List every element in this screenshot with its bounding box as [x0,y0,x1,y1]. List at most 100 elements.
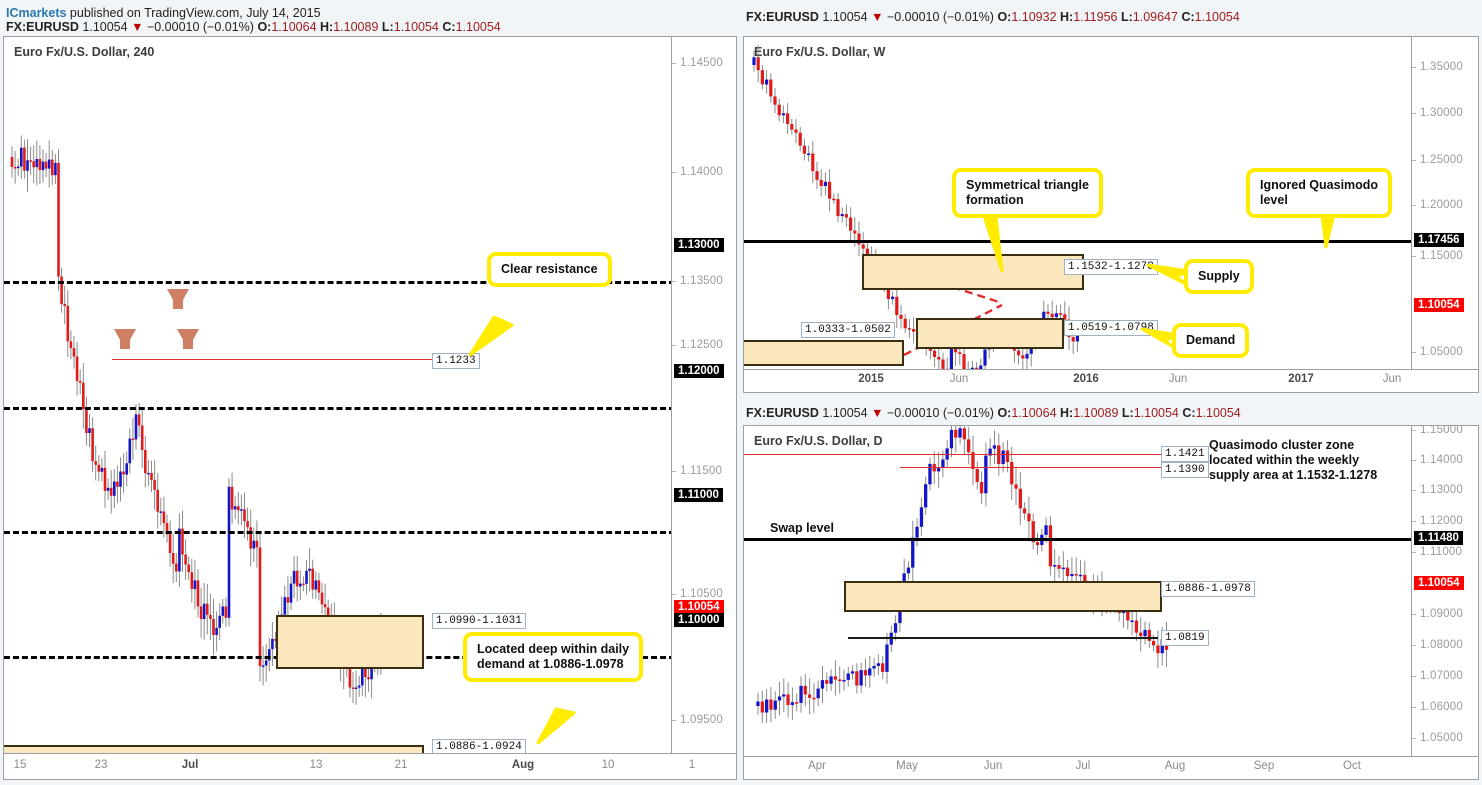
high-label-h4: H: [320,20,333,34]
tag-weekly-lower-demand: 1.0333-1.0502 [801,322,895,338]
symbol-label-weekly[interactable]: FX:EURUSD [746,10,819,24]
chart-weekly-plot[interactable]: Euro Fx/U.S. Dollar, W 1.1532-1.1278 1.0… [744,37,1478,392]
ypill-h4-111000: 1.11000 [674,488,723,502]
tag-weekly-supply: 1.1532-1.1278 [1064,259,1158,275]
ytick-dy-1: 1.14000 [1420,454,1463,466]
ytick-wk-5: 1.05000 [1420,346,1463,358]
level-support-1-0819 [848,637,1158,639]
swap-level-callout: Swap level [770,521,834,536]
ytick-wk-4: 1.15000 [1420,250,1463,262]
last-price-h4: 1.10054 [82,20,127,34]
close-value-h4: 1.10054 [456,20,501,34]
xtick-h4-3: 13 [310,759,323,771]
xtick-dy-2: Jun [984,760,1003,772]
ignored-quasimodo-callout: Ignored Quasimodo level [1246,168,1392,218]
ytick-h4-1: 1.14000 [680,166,723,178]
chart-h4-yaxis[interactable]: 1.14500 1.14000 1.13500 1.12500 1.11500 … [671,37,736,779]
ytick-h4-0: 1.14500 [680,57,723,69]
low-value-h4: 1.10054 [394,20,439,34]
chart-daily-xaxis[interactable]: Apr May Jun Jul Aug Sep Oct [744,756,1478,779]
ytick-dy-3: 1.12000 [1420,515,1463,527]
zone-weekly-demand [916,318,1064,349]
zone-supply-intraday [276,615,424,669]
ytick-h4-4: 1.12500 [680,339,723,351]
open-label-daily: O: [997,406,1011,420]
xtick-h4-7: 1 [689,759,695,771]
high-label-weekly: H: [1060,10,1073,24]
symbol-label-h4[interactable]: FX:EURUSD [6,20,79,34]
ytick-h4-6: 1.11500 [680,465,722,477]
low-label-daily: L: [1122,406,1134,420]
zone-daily-demand [844,581,1162,612]
ypill-h4-113000: 1.13000 [674,238,724,252]
xtick-h4-2: Jul [182,759,199,771]
ypill-dy-swap: 1.11480 [1414,531,1463,545]
close-label-weekly: C: [1181,10,1194,24]
close-label-daily: C: [1182,406,1195,420]
panel-daily: FX:EURUSD 1.10054 ▼ −0.00010 (−0.01%) O:… [740,398,1482,785]
high-label-daily: H: [1060,406,1073,420]
xtick-dy-3: Jul [1076,760,1091,772]
chart-daily[interactable]: Euro Fx/U.S. Dollar, D 1.1421 1.1390 1.0… [743,425,1479,780]
xtick-dy-1: May [896,760,918,772]
daily-demand-callout: Located deep within daily demand at 1.08… [463,632,643,682]
demand-callout: Demand [1172,323,1249,358]
ytick-dy-6: 1.08000 [1420,639,1463,651]
rejection-arrow-3 [177,329,199,349]
red-resistance-line [112,359,432,360]
quote-line-daily: FX:EURUSD 1.10054 ▼ −0.00010 (−0.01%) O:… [746,398,1241,428]
open-label-weekly: O: [997,10,1011,24]
rejection-arrow-1 [114,329,136,349]
open-value-daily: 1.10064 [1011,406,1056,420]
xtick-h4-1: 23 [95,759,108,771]
chart-weekly-xaxis[interactable]: 2015 Jun 2016 Jun 2017 Jun [744,369,1478,392]
ytick-h4-8: 1.10500 [680,588,723,600]
xtick-h4-0: 15 [14,759,27,771]
chart-weekly[interactable]: Euro Fx/U.S. Dollar, W 1.1532-1.1278 1.0… [743,36,1479,393]
level-swap-1-11480 [744,538,1416,541]
ypill-h4-110000: 1.10000 [674,613,724,627]
close-value-daily: 1.10054 [1196,406,1241,420]
chart-h4-xaxis[interactable]: 15 23 Jul 13 21 Aug 10 1 [4,753,736,779]
ypill-dy-last: 1.10054 [1414,576,1464,590]
xtick-h4-6: 10 [602,759,615,771]
ypill-wk-last: 1.10054 [1414,298,1464,312]
ytick-h4-2: 1.13500 [680,275,723,287]
down-triangle-icon: ▼ [871,10,883,24]
ytick-dy-5: 1.09000 [1420,608,1463,620]
xtick-wk-2: 2016 [1073,373,1099,385]
screenshot-root: ICmarkets published on TradingView.com, … [0,0,1482,785]
xtick-dy-0: Apr [808,760,826,772]
chart-weekly-yaxis[interactable]: 1.35000 1.30000 1.25000 1.20000 1.15000 … [1411,37,1478,392]
high-value-h4: 1.10089 [333,20,378,34]
chart-weekly-title: Euro Fx/U.S. Dollar, W [754,45,885,59]
chart-daily-yaxis[interactable]: 1.15000 1.14000 1.13000 1.12000 1.11000 … [1411,426,1478,779]
ytick-dy-7: 1.07000 [1420,670,1463,682]
tag-daily-1390: 1.1390 [1161,462,1209,478]
high-value-weekly: 1.11956 [1073,10,1117,24]
xtick-wk-4: 2017 [1288,373,1314,385]
down-triangle-icon: ▼ [131,20,143,34]
quasimodo-cluster-callout: Quasimodo cluster zone located within th… [1209,438,1377,482]
ypill-h4-last: 1.10054 [674,600,724,614]
level-quasimodo-1-1421 [744,454,1168,455]
level-quasimodo-117456 [744,240,1416,243]
open-value-h4: 1.10064 [271,20,316,34]
chart-h4[interactable]: Euro Fx/U.S. Dollar, 240 [3,36,737,780]
chart-h4-plot[interactable]: Euro Fx/U.S. Dollar, 240 [4,37,736,779]
close-label-h4: C: [442,20,455,34]
change-daily: −0.00010 (−0.01%) [887,406,994,420]
panel-h4: ICmarkets published on TradingView.com, … [0,0,740,785]
xtick-wk-0: 2015 [858,373,884,385]
tag-weekly-demand: 1.0519-1.0798 [1064,320,1158,336]
zone-weekly-lower-demand [744,340,904,366]
zone-weekly-supply [862,254,1084,290]
low-value-weekly: 1.09647 [1133,10,1178,24]
symbol-label-daily[interactable]: FX:EURUSD [746,406,819,420]
symmetrical-triangle-callout: Symmetrical triangle formation [952,168,1103,218]
level-quasimodo-1-1390 [900,467,1168,468]
open-value-weekly: 1.10932 [1011,10,1056,24]
chart-daily-plot[interactable]: Euro Fx/U.S. Dollar, D 1.1421 1.1390 1.0… [744,426,1478,779]
close-value-weekly: 1.10054 [1195,10,1240,24]
ytick-dy-4: 1.11000 [1420,546,1462,558]
